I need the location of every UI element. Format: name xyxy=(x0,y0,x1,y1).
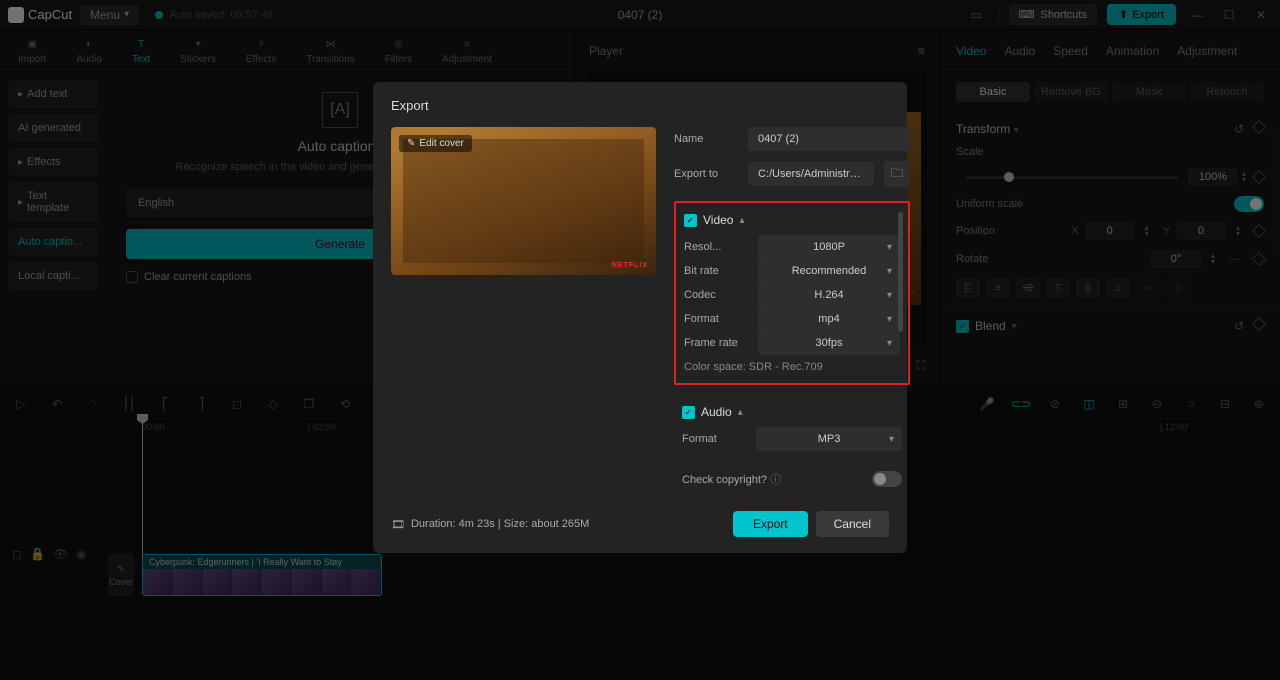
modal-body: ✎Edit cover NETFLIX Name Export to C:/Us… xyxy=(391,127,889,493)
modal-title: Export xyxy=(391,98,889,113)
name-row: Name xyxy=(674,127,910,151)
audio-format-label: Format xyxy=(682,433,746,445)
audio-checkbox-icon: ✓ xyxy=(682,406,695,419)
cover-preview: ✎Edit cover NETFLIX xyxy=(391,127,656,275)
format-row: Format mp4 xyxy=(684,307,900,331)
bitrate-select[interactable]: Recommended xyxy=(758,259,900,283)
resolution-select[interactable]: 1080P xyxy=(758,235,900,259)
resolution-row: Resol... 1080P xyxy=(684,235,900,259)
name-input[interactable] xyxy=(748,127,910,151)
chevron-down-icon xyxy=(887,266,892,277)
chevron-down-icon xyxy=(887,290,892,301)
format-label: Format xyxy=(684,313,748,325)
scroll-thumb[interactable] xyxy=(898,212,903,332)
export-modal: Export ✎Edit cover NETFLIX Name Export t… xyxy=(373,82,907,553)
audio-format-select[interactable]: MP3 xyxy=(756,427,902,451)
color-space-text: Color space: SDR - Rec.709 xyxy=(684,361,900,373)
export-to-path[interactable]: C:/Users/Administrat... xyxy=(748,162,874,186)
collapse-icon[interactable]: ▴ xyxy=(739,215,744,226)
cancel-button[interactable]: Cancel xyxy=(816,511,889,537)
chevron-down-icon xyxy=(889,434,894,445)
audio-format-row: Format MP3 xyxy=(682,427,902,451)
copyright-row: Check copyright? ⓘ xyxy=(674,465,910,493)
footer-buttons: Export Cancel xyxy=(733,511,889,537)
video-settings-box: ✓ Video ▴ Resol... 1080P Bit rate Recomm… xyxy=(674,201,910,385)
audio-section-check[interactable]: ✓ Audio ▴ xyxy=(682,405,902,419)
modal-overlay: Export ✎Edit cover NETFLIX Name Export t… xyxy=(0,0,1280,680)
pencil-icon: ✎ xyxy=(407,138,415,149)
bitrate-label: Bit rate xyxy=(684,265,748,277)
format-select[interactable]: mp4 xyxy=(758,307,900,331)
video-checkbox-icon: ✓ xyxy=(684,214,697,227)
browse-folder-button[interactable]: 🗀 xyxy=(884,161,910,187)
edit-cover-button[interactable]: ✎Edit cover xyxy=(399,135,472,152)
framerate-row: Frame rate 30fps xyxy=(684,331,900,355)
modal-form: Name Export to C:/Users/Administrat... 🗀… xyxy=(674,127,918,493)
bitrate-row: Bit rate Recommended xyxy=(684,259,900,283)
export-to-row: Export to C:/Users/Administrat... 🗀 xyxy=(674,161,910,187)
chevron-down-icon xyxy=(887,314,892,325)
film-icon: 🎞 xyxy=(391,518,405,531)
codec-label: Codec xyxy=(684,289,748,301)
collapse-icon[interactable]: ▴ xyxy=(738,407,743,418)
folder-icon: 🗀 xyxy=(891,164,903,185)
framerate-select[interactable]: 30fps xyxy=(758,331,900,355)
modal-footer: 🎞 Duration: 4m 23s | Size: about 265M Ex… xyxy=(391,511,889,537)
chevron-down-icon xyxy=(887,242,892,253)
cover-image xyxy=(403,139,644,263)
audio-section: ✓ Audio ▴ Format MP3 xyxy=(674,395,910,455)
export-button[interactable]: Export xyxy=(733,511,808,537)
name-label: Name xyxy=(674,133,738,145)
chevron-down-icon xyxy=(887,338,892,349)
duration-info: 🎞 Duration: 4m 23s | Size: about 265M xyxy=(391,518,589,531)
help-icon[interactable]: ⓘ xyxy=(770,474,781,486)
modal-left-col: ✎Edit cover NETFLIX xyxy=(391,127,656,493)
resolution-label: Resol... xyxy=(684,241,748,253)
export-to-label: Export to xyxy=(674,168,738,180)
modal-scrollbar[interactable] xyxy=(898,212,903,493)
video-section-check[interactable]: ✓ Video ▴ xyxy=(684,213,900,227)
codec-select[interactable]: H.264 xyxy=(758,283,900,307)
framerate-label: Frame rate xyxy=(684,337,748,349)
codec-row: Codec H.264 xyxy=(684,283,900,307)
netflix-badge: NETFLIX xyxy=(612,262,648,269)
